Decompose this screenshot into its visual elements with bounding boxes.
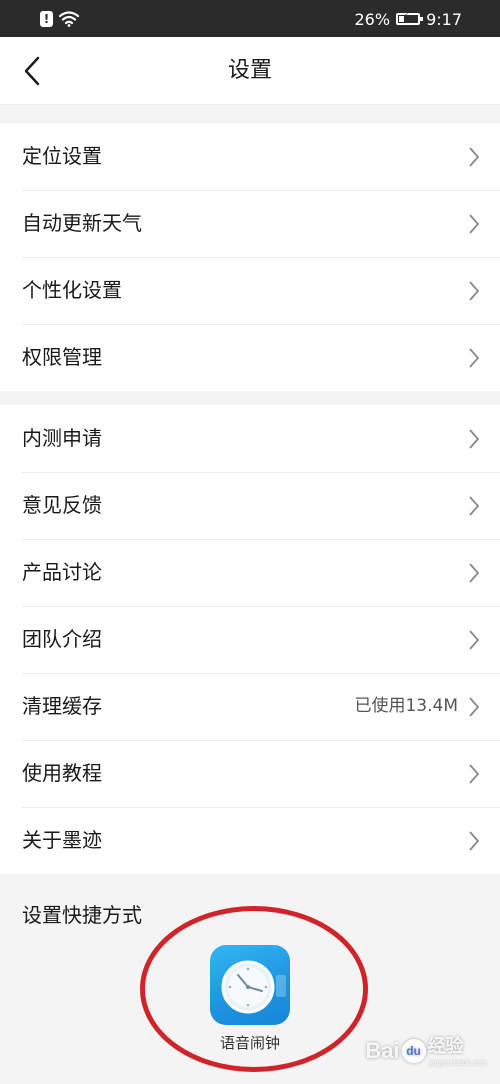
settings-row-clear-cache[interactable]: 清理缓存 已使用13.4M [0, 673, 500, 740]
chevron-right-icon [469, 630, 480, 650]
settings-row-feedback[interactable]: 意见反馈 [0, 472, 500, 539]
page-title: 设置 [227, 58, 272, 83]
row-label: 产品讨论 [22, 560, 102, 584]
row-label: 关于墨迹 [22, 828, 102, 852]
status-right: 26% ⚡ 9:17 [355, 8, 463, 30]
settings-group-about: 内测申请 意见反馈 产品讨论 团队介绍 清理缓存 已使用13.4M 使用教程 关… [0, 405, 500, 874]
row-label: 内测申请 [22, 426, 102, 450]
row-label: 使用教程 [22, 761, 102, 785]
cache-size-value: 已使用13.4M [354, 696, 458, 716]
chevron-right-icon [469, 563, 480, 583]
row-label: 清理缓存 [22, 694, 102, 718]
watermark-text: Bai [365, 1038, 400, 1063]
shortcut-section: 设置快捷方式 语音闹钟 Bai du 经验 jingyan.baidu.com [0, 877, 500, 1084]
row-label: 定位设置 [22, 144, 102, 168]
settings-row-about[interactable]: 关于墨迹 [0, 807, 500, 874]
settings-row-auto-update[interactable]: 自动更新天气 [0, 190, 500, 257]
settings-row-discussion[interactable]: 产品讨论 [0, 539, 500, 606]
back-button[interactable] [10, 47, 54, 95]
settings-row-team[interactable]: 团队介绍 [0, 606, 500, 673]
watermark-sub: 经验 [427, 1036, 464, 1056]
bolt-icon: ⚡ [402, 12, 410, 23]
row-label: 自动更新天气 [22, 211, 142, 235]
voice-alarm-shortcut[interactable]: 语音闹钟 [208, 945, 292, 1057]
settings-row-personalize[interactable]: 个性化设置 [0, 257, 500, 324]
row-label: 个性化设置 [22, 278, 122, 302]
row-label: 意见反馈 [22, 493, 102, 517]
status-left: ! [40, 10, 79, 28]
settings-row-beta[interactable]: 内测申请 [0, 405, 500, 472]
shortcut-title: 设置快捷方式 [22, 903, 142, 927]
settings-row-permissions[interactable]: 权限管理 [0, 324, 500, 391]
settings-row-location[interactable]: 定位设置 [0, 123, 500, 190]
chevron-right-icon [469, 147, 480, 167]
nav-bar: 设置 [0, 37, 500, 105]
battery-charging-icon: ⚡ [396, 12, 424, 25]
battery-percent: 26% [354, 9, 391, 29]
baidu-paw-icon: du [401, 1039, 426, 1063]
row-label: 团队介绍 [22, 627, 102, 651]
baidu-watermark: Bai du 经验 jingyan.baidu.com [365, 1032, 486, 1070]
chevron-right-icon [469, 697, 480, 717]
watermark-url: jingyan.baidu.com [429, 1060, 486, 1067]
chevron-left-icon [24, 56, 40, 86]
chevron-right-icon [469, 429, 480, 449]
settings-group-general: 定位设置 自动更新天气 个性化设置 权限管理 [0, 123, 500, 391]
row-label: 权限管理 [22, 345, 102, 369]
status-time: 9:17 [426, 9, 462, 29]
chevron-right-icon [469, 831, 480, 851]
wifi-icon [59, 11, 79, 27]
clock-icon [210, 945, 290, 1025]
chevron-right-icon [469, 348, 480, 368]
alert-icon: ! [40, 11, 53, 27]
chevron-right-icon [469, 281, 480, 301]
chevron-right-icon [469, 496, 480, 516]
status-bar: ! 26% ⚡ 9:17 [0, 0, 500, 37]
chevron-right-icon [469, 764, 480, 784]
chevron-right-icon [469, 214, 480, 234]
app-name: 语音闹钟 [219, 1034, 280, 1052]
settings-row-tutorial[interactable]: 使用教程 [0, 740, 500, 807]
